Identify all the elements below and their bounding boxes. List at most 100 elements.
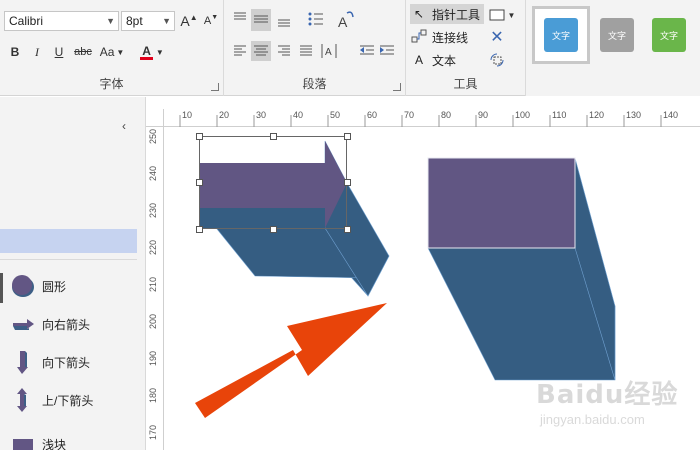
style-item-3[interactable]: 文字 (640, 6, 698, 64)
grow-font-button[interactable]: A ▲ (180, 11, 198, 31)
chevron-down-icon: ▼ (507, 10, 516, 20)
watermark-text: Baidu经验 (536, 380, 679, 410)
pointer-tool-label: 指针工具 (432, 7, 481, 22)
bullets-icon[interactable] (308, 12, 324, 26)
right-arrow-icon (13, 319, 34, 330)
ruler-tick-label: 30 (256, 110, 267, 120)
resize-handle-n[interactable] (270, 133, 277, 140)
distributed-icon[interactable]: A (321, 44, 337, 58)
change-case-button[interactable]: Aa ▼ (98, 42, 126, 62)
text-direction-icon[interactable]: A (338, 11, 354, 30)
align-top-icon[interactable] (232, 12, 248, 22)
pointer-tool-button[interactable]: ↖ 指针工具 (410, 4, 485, 24)
shape-item-label: 圆形 (42, 279, 67, 294)
rectangle-shape-button[interactable]: ▼ (488, 5, 516, 25)
shape-item-shallow-block[interactable]: 浅块 (0, 428, 137, 450)
resize-handle-e[interactable] (344, 179, 351, 186)
ribbon: Calibri ▼ 8pt ▼ A ▲ A ▼ B I U abc Aa ▼ A ▼… (0, 0, 700, 96)
collapse-panel-icon[interactable]: ‹ (122, 119, 126, 133)
ruler-tick-label: 50 (330, 110, 341, 120)
shape-item-right-arrow[interactable]: 向右箭头 (0, 308, 137, 340)
resize-handle-se[interactable] (344, 226, 351, 233)
paragraph-group-label: 段落 (302, 77, 327, 91)
selected-stencil-bar[interactable] (0, 229, 137, 253)
style-swatch-gray: 文字 (600, 18, 634, 52)
align-bottom-icon[interactable] (278, 19, 290, 27)
tools-group: ↖ 指针工具 连接线 A 文本 ▼ ✕ 工具 (406, 0, 526, 96)
shape-item-up-down-arrow[interactable]: 上/下箭头 (0, 384, 137, 416)
shape-item-down-arrow[interactable]: 向下箭头 (0, 346, 137, 378)
ruler-tick-label: 190 (148, 351, 158, 367)
chevron-down-icon: ▼ (116, 47, 125, 57)
divider (0, 259, 137, 260)
change-case-label: Aa (99, 45, 115, 59)
resize-handle-w[interactable] (196, 179, 203, 186)
increase-indent-icon[interactable] (380, 45, 394, 55)
ruler-tick-label: 130 (626, 110, 642, 120)
chevron-down-icon: ▼ (106, 16, 115, 26)
ruler-tick-label: 40 (293, 110, 304, 120)
font-name-combo[interactable]: Calibri ▼ (4, 11, 119, 31)
font-group: Calibri ▼ 8pt ▼ A ▲ A ▼ B I U abc Aa ▼ A ▼… (0, 0, 224, 96)
text-tool-icon: A (414, 53, 423, 67)
font-dialog-launcher-icon[interactable] (211, 83, 219, 91)
decrease-indent-icon[interactable] (360, 45, 374, 55)
align-left-icon[interactable] (234, 45, 246, 56)
justify-icon[interactable] (300, 45, 312, 56)
paragraph-group: A A 段落 (224, 0, 406, 96)
style-swatch-blue: 文字 (544, 18, 578, 52)
font-color-button[interactable]: A ▼ (138, 42, 166, 62)
ruler-tick-label: 20 (219, 110, 230, 120)
tools-group-label: 工具 (453, 77, 478, 91)
rectangle-icon (489, 9, 505, 21)
align-center-icon[interactable] (251, 41, 271, 61)
shape-item-circle[interactable]: 圆形 (0, 270, 137, 302)
svg-text:A: A (325, 47, 332, 58)
font-size-combo[interactable]: 8pt ▼ (121, 11, 175, 31)
horizontal-ruler: 10 20 30 40 50 60 70 80 90 100 110 120 1… (146, 109, 700, 127)
font-color-icon: A (140, 43, 153, 60)
bold-button[interactable]: B (6, 42, 24, 62)
align-middle-icon[interactable] (251, 9, 271, 31)
strikethrough-button[interactable]: abc (74, 42, 92, 62)
shape-item-label: 向下箭头 (42, 355, 91, 370)
ruler-tick-label: 10 (182, 110, 193, 120)
font-group-label: 字体 (99, 77, 124, 91)
up-down-arrow-icon (17, 388, 27, 412)
ruler-tick-label: 80 (441, 110, 452, 120)
selection-box (199, 136, 347, 229)
resize-handle-s[interactable] (270, 226, 277, 233)
rotate-shape-button[interactable] (488, 50, 506, 70)
ruler-tick-label: 110 (552, 110, 567, 120)
watermark: Baidu经验 jingyan.baidu.com (536, 372, 686, 434)
underline-button[interactable]: U (50, 42, 68, 62)
shape-orange-arrow[interactable] (195, 303, 387, 418)
chevron-down-icon: ▼ (162, 16, 171, 26)
shrink-font-button[interactable]: A ▼ (202, 11, 220, 31)
resize-handle-ne[interactable] (344, 133, 351, 140)
ruler-tick-label: 240 (148, 166, 158, 182)
style-swatch-green: 文字 (652, 18, 686, 52)
ruler-tick-label: 200 (148, 314, 158, 330)
italic-button[interactable]: I (28, 42, 46, 62)
delete-connector-button[interactable]: ✕ (488, 27, 506, 47)
font-name-value: Calibri (9, 14, 44, 28)
ruler-tick-label: 90 (478, 110, 489, 120)
connector-button[interactable]: 连接线 (410, 27, 468, 47)
connector-icon (410, 29, 428, 46)
svg-text:A: A (338, 14, 348, 30)
ruler-tick-label: 120 (589, 110, 605, 120)
paragraph-dialog-launcher-icon[interactable] (393, 83, 401, 91)
style-item-2[interactable]: 文字 (588, 6, 646, 64)
circle-icon (12, 275, 34, 297)
shape-3d-block[interactable] (427, 157, 616, 381)
style-item-1[interactable]: 文字 (532, 6, 590, 64)
shrink-font-icon: A (203, 15, 212, 27)
resize-handle-sw[interactable] (196, 226, 203, 233)
pointer-icon: ↖ (413, 7, 425, 21)
resize-handle-nw[interactable] (196, 133, 203, 140)
align-right-icon[interactable] (278, 45, 290, 56)
text-tool-button[interactable]: A 文本 (410, 50, 456, 70)
shape-item-label: 向右箭头 (42, 317, 91, 332)
ruler-tick-label: 140 (663, 110, 679, 120)
